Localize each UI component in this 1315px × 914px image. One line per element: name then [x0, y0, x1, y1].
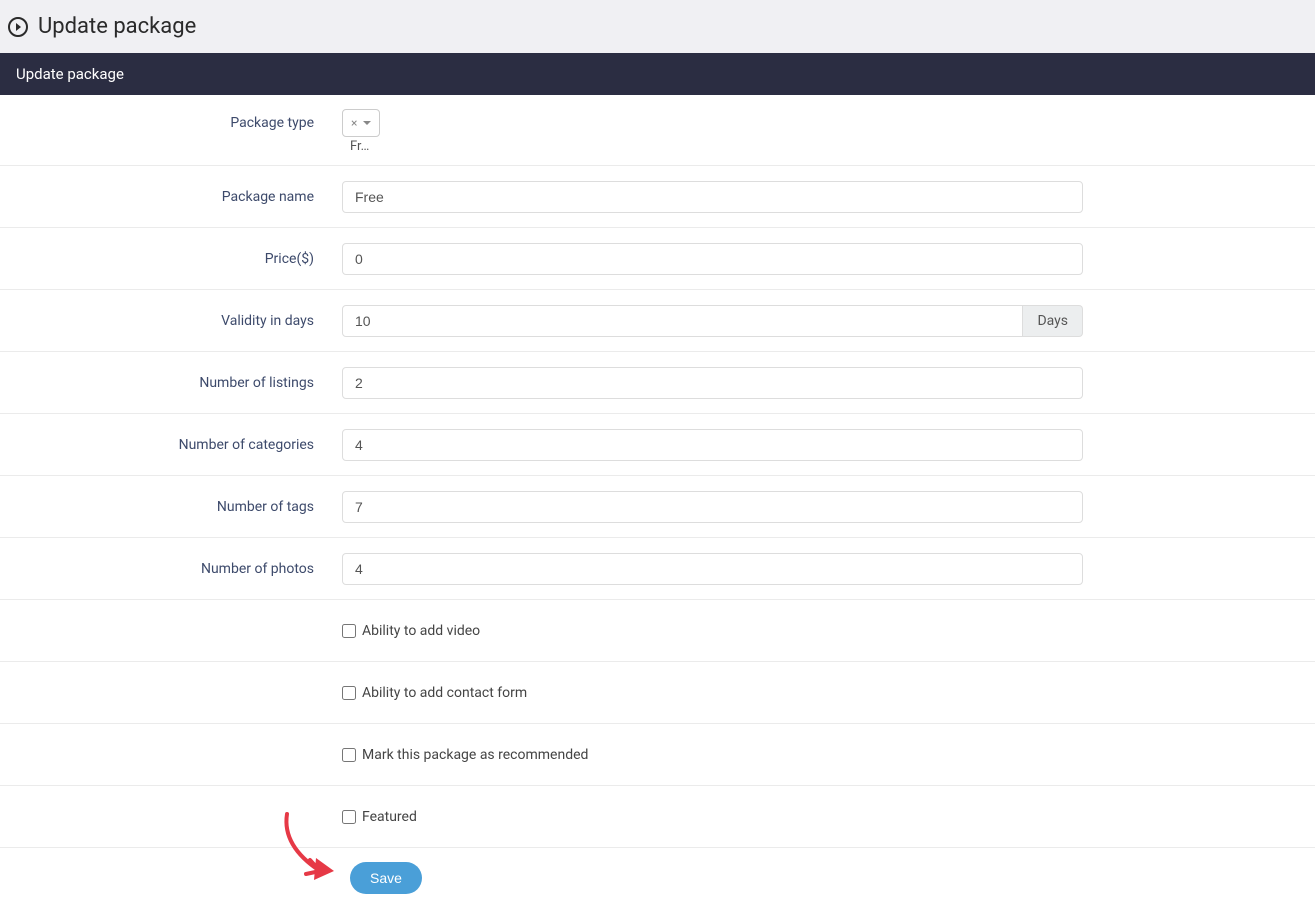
- page-title: Update package: [38, 14, 196, 39]
- featured-checkbox[interactable]: [342, 810, 356, 824]
- label-package-name: Package name: [0, 189, 342, 205]
- featured-checkbox-wrap[interactable]: Featured: [342, 809, 417, 825]
- recommended-checkbox-label: Mark this package as recommended: [362, 747, 588, 763]
- row-price: Price($): [0, 228, 1315, 290]
- page-header: Update package: [0, 0, 1315, 53]
- validity-addon: Days: [1023, 305, 1083, 337]
- row-package-type: Package type × Fr…: [0, 95, 1315, 166]
- label-tags: Number of tags: [0, 499, 342, 515]
- recommended-checkbox[interactable]: [342, 748, 356, 762]
- row-package-name: Package name: [0, 166, 1315, 228]
- contact-form-checkbox-wrap[interactable]: Ability to add contact form: [342, 685, 527, 701]
- video-checkbox[interactable]: [342, 624, 356, 638]
- form-panel: Update package Package type × Fr… Packag…: [0, 53, 1315, 914]
- row-listings: Number of listings: [0, 352, 1315, 414]
- package-type-selected: Fr…: [350, 139, 369, 154]
- chevron-down-icon: [363, 121, 371, 125]
- categories-input[interactable]: [342, 429, 1083, 461]
- label-package-type: Package type: [0, 115, 342, 131]
- package-type-select[interactable]: ×: [342, 109, 380, 137]
- label-listings: Number of listings: [0, 375, 342, 391]
- save-button[interactable]: Save: [350, 862, 422, 894]
- select-clear-icon[interactable]: ×: [351, 116, 357, 130]
- listings-input[interactable]: [342, 367, 1083, 399]
- row-categories: Number of categories: [0, 414, 1315, 476]
- row-photos: Number of photos: [0, 538, 1315, 600]
- arrow-circle-right-icon: [8, 17, 28, 37]
- row-tags: Number of tags: [0, 476, 1315, 538]
- contact-form-checkbox-label: Ability to add contact form: [362, 685, 527, 701]
- featured-checkbox-label: Featured: [362, 809, 417, 825]
- label-photos: Number of photos: [0, 561, 342, 577]
- row-contact-form: Ability to add contact form: [0, 662, 1315, 724]
- label-categories: Number of categories: [0, 437, 342, 453]
- label-price: Price($): [0, 251, 342, 267]
- panel-header: Update package: [0, 53, 1315, 95]
- photos-input[interactable]: [342, 553, 1083, 585]
- tags-input[interactable]: [342, 491, 1083, 523]
- recommended-checkbox-wrap[interactable]: Mark this package as recommended: [342, 747, 588, 763]
- price-input[interactable]: [342, 243, 1083, 275]
- video-checkbox-wrap[interactable]: Ability to add video: [342, 623, 480, 639]
- package-name-input[interactable]: [342, 181, 1083, 213]
- validity-input[interactable]: [342, 305, 1023, 337]
- video-checkbox-label: Ability to add video: [362, 623, 480, 639]
- row-validity: Validity in days Days: [0, 290, 1315, 352]
- label-validity: Validity in days: [0, 313, 342, 329]
- row-featured: Featured: [0, 786, 1315, 848]
- row-save: Save: [0, 848, 1315, 914]
- row-recommended: Mark this package as recommended: [0, 724, 1315, 786]
- contact-form-checkbox[interactable]: [342, 686, 356, 700]
- row-video: Ability to add video: [0, 600, 1315, 662]
